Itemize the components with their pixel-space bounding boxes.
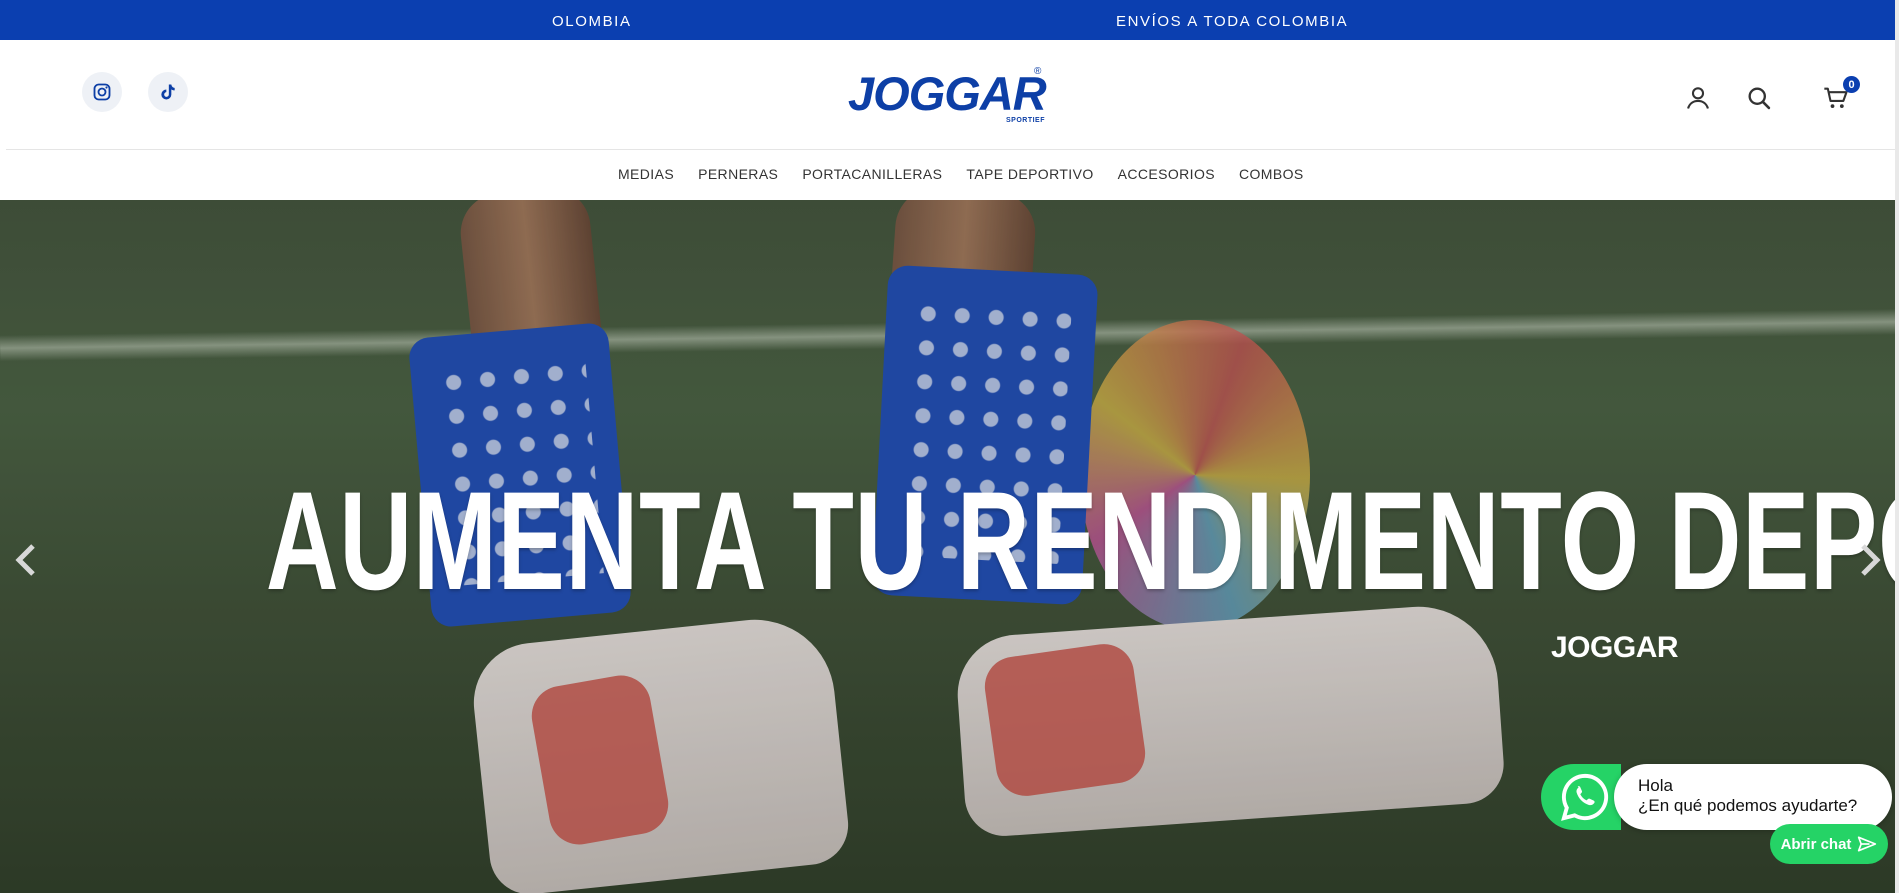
- site-header: JOGGAR ® SPORTIEF 0: [0, 40, 1895, 150]
- hero-title: AUMENTA TU RENDIMENTO DEPORTIVO: [265, 462, 1899, 619]
- logo-registered: ®: [1034, 66, 1042, 77]
- announcement-text: ENVÍOS A TODA COLOMBIA: [1116, 13, 1349, 30]
- hero-logo: JOGGAR: [1551, 631, 1679, 664]
- cart-count-badge: 0: [1843, 76, 1860, 93]
- open-chat-label: Abrir chat: [1780, 835, 1852, 853]
- announcement-text: OLOMBIA: [552, 13, 632, 30]
- whatsapp-greeting: Hola: [1638, 776, 1673, 795]
- nav-item-perneras[interactable]: PERNERAS: [698, 166, 778, 182]
- logo-tagline: SPORTIEF: [1006, 117, 1046, 124]
- send-icon: [1858, 836, 1877, 852]
- nav-item-portacanilleras[interactable]: PORTACANILLERAS: [802, 166, 942, 182]
- search-icon: [1748, 87, 1771, 110]
- search-button[interactable]: [1741, 80, 1777, 116]
- instagram-link[interactable]: [82, 72, 122, 112]
- nav-item-combos[interactable]: COMBOS: [1239, 166, 1304, 182]
- nav-item-tape-deportivo[interactable]: TAPE DEPORTIVO: [966, 166, 1093, 182]
- nav-item-medias[interactable]: MEDIAS: [618, 166, 674, 182]
- whatsapp-message-bubble[interactable]: Hola ¿En qué podemos ayudarte?: [1614, 764, 1892, 830]
- tiktok-link[interactable]: [148, 72, 188, 112]
- site-logo[interactable]: JOGGAR ® SPORTIEF: [848, 66, 1047, 128]
- nav-item-accesorios[interactable]: ACCESORIOS: [1118, 166, 1215, 182]
- whatsapp-icon: [1561, 773, 1609, 821]
- main-nav: MEDIAS PERNERAS PORTACANILLERAS TAPE DEP…: [0, 150, 1895, 200]
- page-scrollbar[interactable]: [1895, 0, 1899, 893]
- cart-button[interactable]: 0: [1818, 76, 1860, 116]
- chevron-left-icon: [15, 544, 35, 576]
- tiktok-icon: [161, 84, 175, 100]
- account-button[interactable]: [1680, 80, 1716, 116]
- logo-text: JOGGAR: [848, 67, 1047, 120]
- instagram-icon: [93, 83, 111, 101]
- user-icon: [1687, 87, 1709, 109]
- announcement-bar: OLOMBIA ENVÍOS A TODA COLOMBIA: [0, 0, 1899, 41]
- chevron-right-icon: [1861, 544, 1881, 576]
- page: OLOMBIA ENVÍOS A TODA COLOMBIA JOGGAR ® …: [0, 0, 1899, 893]
- whatsapp-button[interactable]: [1541, 764, 1621, 830]
- whatsapp-question: ¿En qué podemos ayudarte?: [1638, 796, 1858, 815]
- open-chat-button[interactable]: Abrir chat: [1770, 824, 1888, 864]
- slider-prev-button[interactable]: [6, 540, 46, 580]
- slider-next-button[interactable]: [1850, 540, 1890, 580]
